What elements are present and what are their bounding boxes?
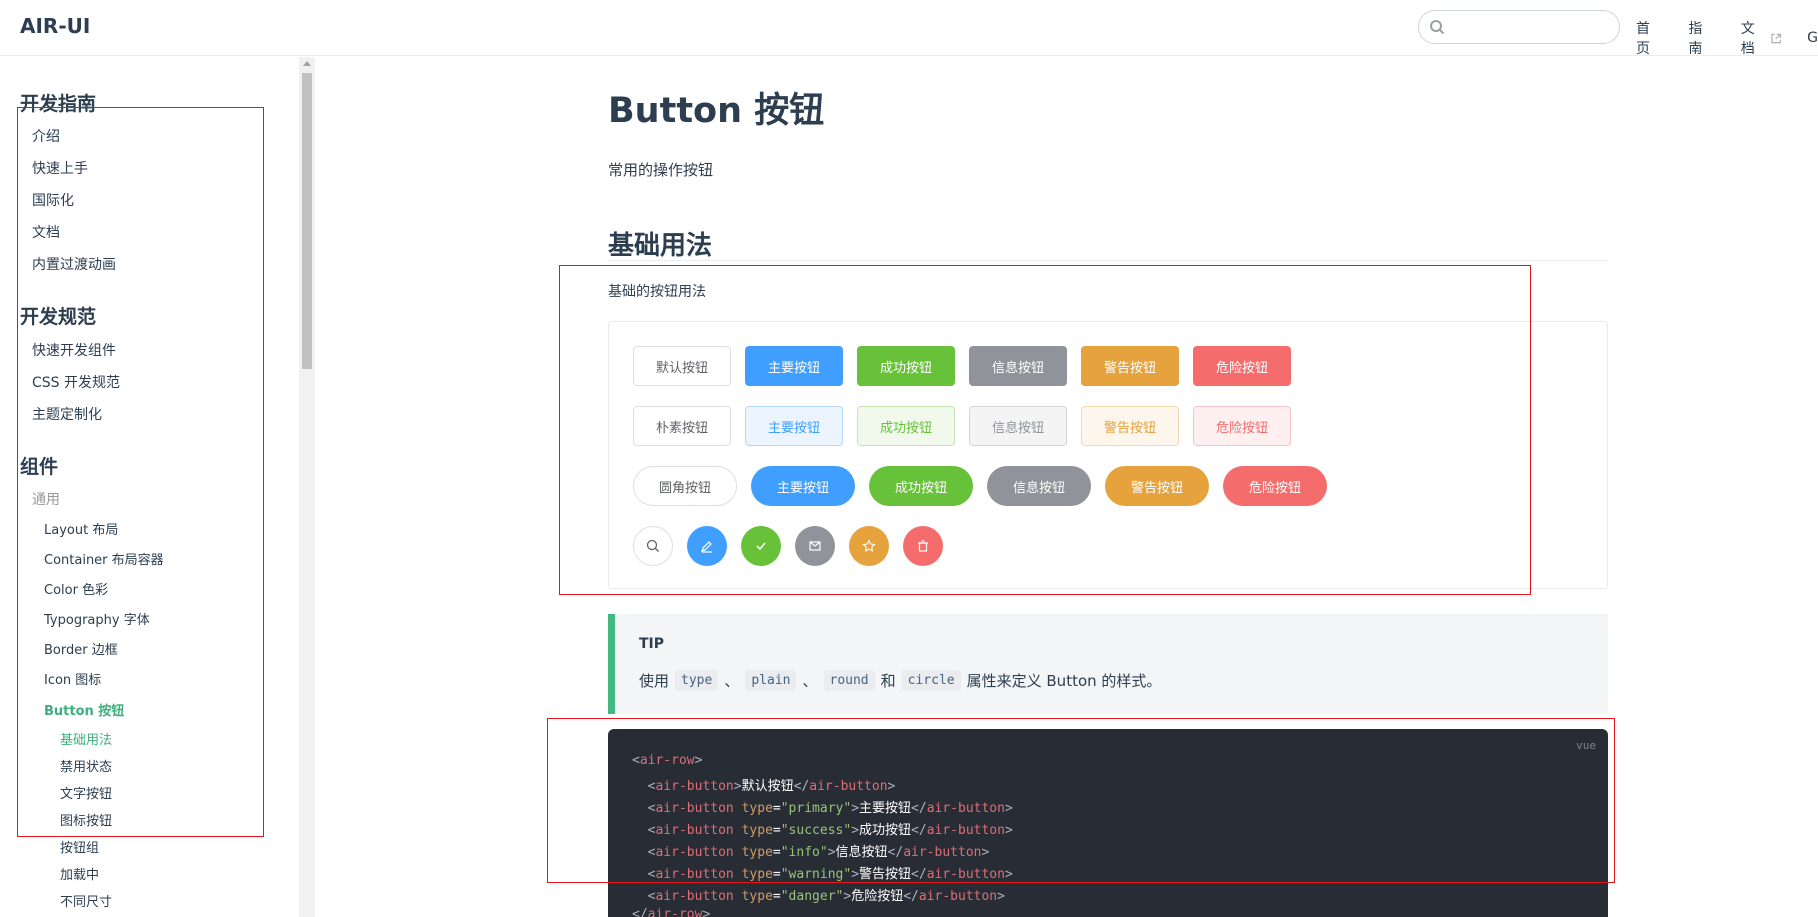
- section-title: 基础用法: [608, 231, 713, 261]
- plain-warning-button[interactable]: 警告按钮: [1081, 406, 1179, 446]
- danger-button[interactable]: 危险按钮: [1193, 346, 1291, 386]
- sidebar-subitem-disabled[interactable]: 禁用状态: [60, 756, 112, 775]
- code-line: </air-row>: [632, 907, 711, 917]
- nav-guide[interactable]: 指南: [1688, 18, 1714, 58]
- page-title: Button 按钮: [608, 91, 825, 131]
- code-type: type: [675, 670, 719, 691]
- delete-icon: [918, 540, 928, 552]
- round-default-button[interactable]: 圆角按钮: [633, 466, 737, 506]
- plain-danger-button[interactable]: 危险按钮: [1193, 406, 1291, 446]
- code-line: <air-row>: [632, 753, 703, 768]
- sidebar-item-color[interactable]: Color 色彩: [44, 579, 108, 598]
- round-success-button[interactable]: 成功按钮: [869, 466, 973, 506]
- default-button[interactable]: 默认按钮: [633, 346, 731, 386]
- edit-icon: [701, 541, 712, 553]
- code-circle: circle: [901, 670, 961, 691]
- nav-home[interactable]: 首页: [1636, 18, 1662, 58]
- circle-star-button[interactable]: [849, 526, 889, 566]
- main-content: Button 按钮 常用的操作按钮 基础用法 基础的按钮用法 默认按钮 主要按钮…: [316, 57, 1818, 917]
- section-divider: [608, 260, 1608, 261]
- nav-docs-label: 文档: [1740, 21, 1755, 57]
- tip-text: 使用 type 、 plain 、 round 和 circle 属性来定义 B…: [639, 670, 1161, 691]
- sidebar-item-typography[interactable]: Typography 字体: [44, 609, 150, 628]
- sidebar-item-i18n[interactable]: 国际化: [32, 190, 74, 210]
- code-round: round: [823, 670, 875, 691]
- success-button[interactable]: 成功按钮: [857, 346, 955, 386]
- plain-success-button[interactable]: 成功按钮: [857, 406, 955, 446]
- code-line: <air-button type="danger">危险按钮</air-butt…: [647, 889, 1005, 904]
- search-input[interactable]: [1418, 10, 1620, 44]
- info-button[interactable]: 信息按钮: [969, 346, 1067, 386]
- tip-prefix: 使用: [639, 672, 670, 690]
- tip-sep: 、: [802, 672, 818, 690]
- sidebar-item-layout[interactable]: Layout 布局: [44, 519, 118, 538]
- sidebar-item-intro[interactable]: 介绍: [32, 126, 60, 146]
- sidebar-item-docs[interactable]: 文档: [32, 222, 60, 242]
- tip-suffix: 属性来定义 Button 的样式。: [966, 672, 1162, 690]
- sidebar-group-spec[interactable]: 开发规范: [20, 302, 96, 329]
- check-icon: [756, 542, 766, 551]
- sidebar-item-border[interactable]: Border 边框: [44, 639, 118, 658]
- circle-delete-button[interactable]: [903, 526, 943, 566]
- code-line: <air-button type="warning">警告按钮</air-but…: [647, 867, 1013, 882]
- sidebar-scrollbar[interactable]: [299, 57, 315, 917]
- sidebar-item-quickstart[interactable]: 快速上手: [32, 158, 88, 178]
- sidebar-item-icon[interactable]: Icon 图标: [44, 669, 101, 688]
- round-warning-button[interactable]: 警告按钮: [1105, 466, 1209, 506]
- star-icon: [862, 539, 876, 552]
- sidebar-subitem-size[interactable]: 不同尺寸: [60, 891, 112, 910]
- sidebar-subitem-icon[interactable]: 图标按钮: [60, 810, 112, 829]
- circle-edit-button[interactable]: [687, 526, 727, 566]
- code-block: vue <air-row> <air-button>默认按钮</air-butt…: [608, 729, 1608, 917]
- code-plain: plain: [745, 670, 797, 691]
- primary-button[interactable]: 主要按钮: [745, 346, 843, 386]
- scroll-thumb[interactable]: [302, 73, 312, 369]
- sidebar-group-guide[interactable]: 开发指南: [20, 89, 96, 116]
- nav-docs[interactable]: 文档: [1741, 18, 1781, 58]
- round-primary-button[interactable]: 主要按钮: [751, 466, 855, 506]
- circle-search-button[interactable]: [633, 526, 673, 566]
- search-icon: [646, 539, 659, 552]
- circle-check-button[interactable]: [741, 526, 781, 566]
- sidebar: 开发指南 介绍 快速上手 国际化 文档 内置过渡动画 开发规范 快速开发组件 C…: [0, 57, 298, 917]
- sidebar-item-theme[interactable]: 主题定制化: [32, 404, 102, 424]
- sidebar-item-button[interactable]: Button 按钮: [44, 700, 124, 719]
- sidebar-category-general: 通用: [32, 492, 60, 508]
- sidebar-item-transition[interactable]: 内置过渡动画: [32, 254, 116, 274]
- circle-message-button[interactable]: [795, 526, 835, 566]
- tip-title: TIP: [639, 636, 665, 652]
- plain-primary-button[interactable]: 主要按钮: [745, 406, 843, 446]
- round-info-button[interactable]: 信息按钮: [987, 466, 1091, 506]
- search-icon: [1430, 20, 1445, 35]
- sidebar-item-container[interactable]: Container 布局容器: [44, 549, 164, 568]
- warning-button[interactable]: 警告按钮: [1081, 346, 1179, 386]
- sidebar-subitem-group[interactable]: 按钮组: [60, 837, 99, 856]
- plain-info-button[interactable]: 信息按钮: [969, 406, 1067, 446]
- code-language: vue: [1576, 739, 1596, 752]
- top-navbar: AIR-UI 首页 指南 文档 G: [0, 0, 1818, 58]
- plain-default-button[interactable]: 朴素按钮: [633, 406, 731, 446]
- scroll-up-arrow[interactable]: [303, 61, 311, 66]
- tip-block: TIP 使用 type 、 plain 、 round 和 circle 属性来…: [608, 614, 1608, 714]
- code-line: <air-button type="success">成功按钮</air-but…: [647, 823, 1013, 838]
- message-icon: [809, 541, 821, 551]
- external-link-icon: [1771, 33, 1781, 43]
- tip-sep: 、: [724, 672, 740, 690]
- sidebar-subitem-text[interactable]: 文字按钮: [60, 783, 112, 802]
- sidebar-subitem-basic[interactable]: 基础用法: [60, 729, 112, 748]
- code-line: <air-button>默认按钮</air-button>: [647, 779, 896, 794]
- site-name[interactable]: AIR-UI: [20, 14, 90, 38]
- nav-github[interactable]: G: [1807, 18, 1818, 58]
- sidebar-item-css-spec[interactable]: CSS 开发规范: [32, 372, 120, 392]
- tip-and: 和: [880, 672, 896, 690]
- code-line: <air-button type="info">信息按钮</air-button…: [647, 845, 990, 860]
- sidebar-subitem-loading[interactable]: 加载中: [60, 864, 99, 883]
- round-danger-button[interactable]: 危险按钮: [1223, 466, 1327, 506]
- demo-box: 默认按钮 主要按钮 成功按钮 信息按钮 警告按钮 危险按钮 朴素按钮 主要按钮 …: [608, 321, 1608, 589]
- page-description: 常用的操作按钮: [608, 161, 714, 179]
- sidebar-item-quick-component[interactable]: 快速开发组件: [32, 340, 116, 360]
- sidebar-group-components[interactable]: 组件: [20, 452, 58, 479]
- section-description: 基础的按钮用法: [608, 284, 706, 300]
- code-line: <air-button type="primary">主要按钮</air-but…: [647, 801, 1013, 816]
